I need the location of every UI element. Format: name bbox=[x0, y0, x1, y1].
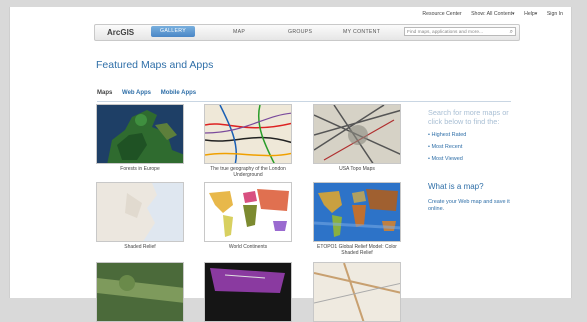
map-card[interactable]: USA Topo Maps bbox=[313, 104, 401, 172]
show-content-dropdown[interactable]: Show: All Content▾ bbox=[471, 11, 515, 17]
map-card[interactable] bbox=[313, 262, 401, 322]
map-caption[interactable]: World Continents bbox=[204, 244, 292, 250]
divider bbox=[97, 101, 511, 102]
link-most-recent[interactable]: • Most Recent bbox=[428, 144, 524, 150]
search-input[interactable]: Find maps, applications and more... ⌕ bbox=[404, 27, 516, 36]
map-thumbnail[interactable] bbox=[204, 182, 292, 242]
map-card[interactable] bbox=[96, 262, 184, 322]
map-thumbnail[interactable] bbox=[313, 104, 401, 164]
page-container: Resource Center Show: All Content▾ Help▾… bbox=[9, 7, 572, 322]
filter-web-apps[interactable]: Web Apps bbox=[122, 90, 151, 96]
main-navbar: ArcGIS GALLERY MAP GROUPS MY CONTENT Fin… bbox=[94, 24, 520, 41]
search-icon[interactable]: ⌕ bbox=[510, 28, 513, 37]
map-caption[interactable]: ETOPO1 Global Relief Model: Color Shaded… bbox=[313, 244, 401, 256]
tab-my-content[interactable]: MY CONTENT bbox=[343, 29, 380, 35]
map-thumbnail[interactable] bbox=[313, 262, 401, 322]
tab-groups[interactable]: GROUPS bbox=[288, 29, 312, 35]
map-thumbnail[interactable] bbox=[96, 104, 184, 164]
arcgis-logo[interactable]: ArcGIS bbox=[107, 28, 134, 37]
sidebar: Search for more maps or click below to f… bbox=[428, 108, 524, 213]
utility-links: Resource Center Show: All Content▾ Help▾… bbox=[414, 11, 563, 17]
map-thumbnail[interactable] bbox=[96, 262, 184, 322]
filter-mobile-apps[interactable]: Mobile Apps bbox=[161, 90, 196, 96]
map-caption[interactable]: Shaded Relief bbox=[96, 244, 184, 250]
help-dropdown[interactable]: Help▾ bbox=[524, 11, 537, 17]
map-thumbnail[interactable] bbox=[96, 182, 184, 242]
map-card[interactable]: The true geography of the London Undergr… bbox=[204, 104, 292, 178]
resource-center-link[interactable]: Resource Center bbox=[422, 11, 461, 17]
page-title: Featured Maps and Apps bbox=[96, 59, 214, 71]
sign-in-link[interactable]: Sign In bbox=[547, 11, 563, 17]
map-card[interactable]: Shaded Relief bbox=[96, 182, 184, 250]
link-highest-rated[interactable]: • Highest Rated bbox=[428, 132, 524, 138]
what-is-a-map-heading[interactable]: What is a map? bbox=[428, 182, 524, 191]
filter-maps[interactable]: Maps bbox=[97, 90, 112, 96]
map-caption[interactable]: USA Topo Maps bbox=[313, 166, 401, 172]
map-caption[interactable]: The true geography of the London Undergr… bbox=[204, 166, 292, 178]
map-caption[interactable]: Forests in Europe bbox=[96, 166, 184, 172]
create-web-map-link[interactable]: Create your Web map and save it online. bbox=[428, 199, 524, 213]
map-card[interactable]: ETOPO1 Global Relief Model: Color Shaded… bbox=[313, 182, 401, 256]
tab-gallery[interactable]: GALLERY bbox=[151, 26, 195, 37]
search-placeholder: Find maps, applications and more... bbox=[407, 30, 483, 35]
map-card[interactable]: Forests in Europe bbox=[96, 104, 184, 172]
link-most-viewed[interactable]: • Most Viewed bbox=[428, 156, 524, 162]
map-thumbnail[interactable] bbox=[204, 104, 292, 164]
sidebar-heading: Search for more maps or click below to f… bbox=[428, 108, 509, 126]
map-card[interactable] bbox=[204, 262, 292, 322]
tab-map[interactable]: MAP bbox=[233, 29, 245, 35]
map-thumbnail[interactable] bbox=[204, 262, 292, 322]
map-card[interactable]: World Continents bbox=[204, 182, 292, 250]
filter-tabs: Maps Web Apps Mobile Apps bbox=[97, 90, 204, 96]
map-thumbnail[interactable] bbox=[313, 182, 401, 242]
